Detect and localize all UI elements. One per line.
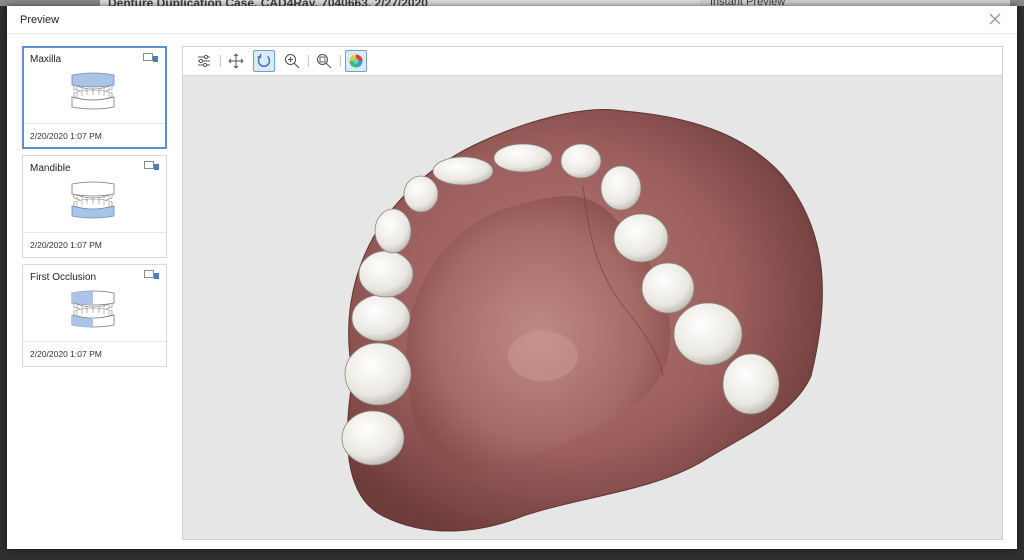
scan-card-label: Maxilla xyxy=(30,54,62,65)
maxilla-thumbnail-icon xyxy=(71,72,115,110)
pan-button[interactable] xyxy=(225,50,247,72)
scan-card-date: 2/20/2020 1:07 PM xyxy=(30,240,102,250)
scan-card-first-occlusion[interactable]: First Occlusion 2/20/2020 1:07 PM xyxy=(22,264,167,367)
color-map-icon xyxy=(349,54,363,68)
scan-type-flag-icon xyxy=(143,53,158,62)
scan-type-flag-icon xyxy=(144,270,159,279)
rotate-button[interactable] xyxy=(253,50,275,72)
3d-viewer[interactable] xyxy=(182,46,1003,540)
close-icon xyxy=(989,13,1001,25)
toolbar-separator xyxy=(308,55,309,67)
scan-type-flag-icon xyxy=(144,161,159,170)
card-divider xyxy=(23,232,166,233)
close-button[interactable] xyxy=(987,11,1003,27)
scan-list: Maxilla 2/20/2020 1:07 PM Mandible 2/20/… xyxy=(22,46,167,373)
scan-card-maxilla[interactable]: Maxilla 2/20/2020 1:07 PM xyxy=(22,46,167,149)
zoom-in-button[interactable] xyxy=(281,50,303,72)
scan-card-date: 2/20/2020 1:07 PM xyxy=(30,131,102,141)
maxilla-3d-model[interactable] xyxy=(183,76,1002,539)
pan-move-icon xyxy=(228,53,244,69)
mandible-thumbnail-icon xyxy=(71,181,115,219)
zoom-fit-button[interactable] xyxy=(313,50,335,72)
zoom-in-icon xyxy=(284,53,300,69)
settings-sliders-icon xyxy=(198,54,210,68)
scan-card-label: Mandible xyxy=(30,163,71,174)
card-divider xyxy=(23,341,166,342)
zoom-fit-icon xyxy=(316,53,332,69)
rotate-icon xyxy=(257,54,271,67)
toolbar-separator xyxy=(340,55,341,67)
card-divider xyxy=(24,123,165,124)
occlusion-thumbnail-icon xyxy=(71,290,115,328)
color-map-button[interactable] xyxy=(345,50,367,72)
viewer-toolbar xyxy=(183,47,1002,76)
preview-dialog: Preview Maxilla 2/20/2020 1:07 PM Mandib… xyxy=(7,6,1017,549)
display-settings-button[interactable] xyxy=(193,50,215,72)
scan-card-label: First Occlusion xyxy=(30,272,97,283)
dialog-title: Preview xyxy=(20,14,60,26)
dialog-header: Preview xyxy=(7,6,1017,34)
toolbar-separator xyxy=(220,55,221,67)
scan-card-mandible[interactable]: Mandible 2/20/2020 1:07 PM xyxy=(22,155,167,258)
scan-card-date: 2/20/2020 1:07 PM xyxy=(30,349,102,359)
